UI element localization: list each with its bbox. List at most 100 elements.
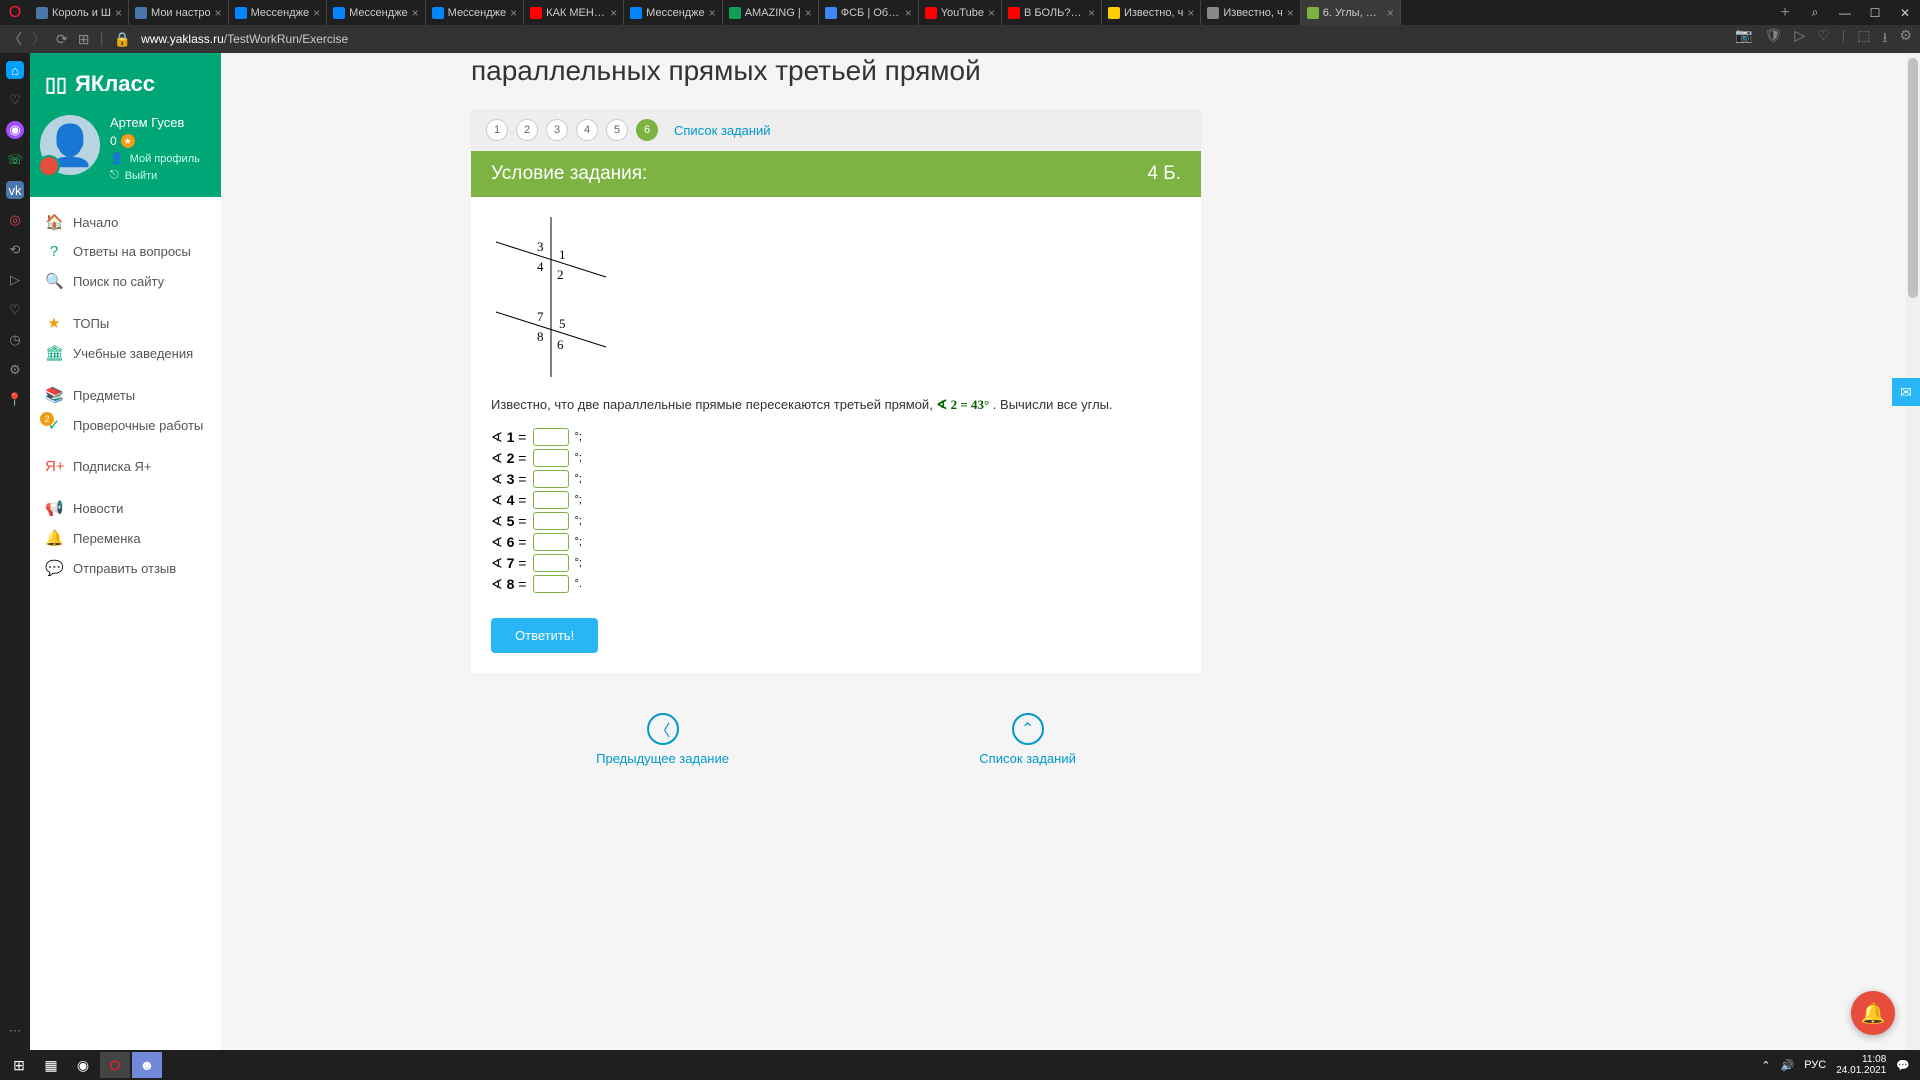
mail-side-button[interactable]: ✉ bbox=[1892, 378, 1920, 406]
tab-close-icon[interactable]: × bbox=[412, 6, 419, 20]
browser-tab[interactable]: Мои настро× bbox=[129, 0, 229, 25]
cube-icon[interactable]: ⬚ bbox=[1857, 27, 1870, 51]
task-view-icon[interactable]: ▦ bbox=[36, 1052, 66, 1078]
step-2[interactable]: 2 bbox=[516, 119, 538, 141]
tab-close-icon[interactable]: × bbox=[905, 6, 912, 20]
download-icon[interactable]: ⭳ bbox=[1883, 27, 1888, 51]
avatar[interactable]: 👤 bbox=[40, 115, 100, 175]
task-list-button[interactable]: ⌃ Список заданий bbox=[979, 713, 1076, 766]
sidebar-item[interactable]: 🔔Переменка bbox=[30, 523, 221, 553]
prev-task-button[interactable]: 〈 Предыдущее задание bbox=[596, 713, 729, 766]
tab-close-icon[interactable]: × bbox=[1088, 6, 1095, 20]
close-button[interactable]: ✕ bbox=[1890, 0, 1920, 25]
minimize-button[interactable]: ― bbox=[1830, 0, 1860, 25]
angle-input-3[interactable] bbox=[533, 470, 569, 488]
step-6[interactable]: 6 bbox=[636, 119, 658, 141]
sidebar-item[interactable]: 🔍Поиск по сайту bbox=[30, 266, 221, 296]
browser-tab[interactable]: КАК МЕНЯ !× bbox=[524, 0, 624, 25]
lock-icon[interactable]: 🔒 bbox=[114, 31, 131, 48]
maximize-button[interactable]: ☐ bbox=[1860, 0, 1890, 25]
forward-button[interactable]: 〉 bbox=[32, 29, 46, 49]
scrollbar[interactable] bbox=[1906, 53, 1920, 1050]
vk-icon[interactable]: vk bbox=[6, 181, 24, 199]
instagram-icon[interactable]: ◎ bbox=[6, 211, 24, 229]
new-tab-button[interactable]: + bbox=[1770, 4, 1800, 22]
step-5[interactable]: 5 bbox=[606, 119, 628, 141]
settings-icon[interactable]: ⚙ bbox=[6, 361, 24, 379]
clock[interactable]: 11:08 24.01.2021 bbox=[1836, 1054, 1886, 1076]
angle-input-5[interactable] bbox=[533, 512, 569, 530]
shield-icon[interactable]: 🛡 bbox=[1765, 27, 1783, 51]
tray-chevron-icon[interactable]: ⌃ bbox=[1761, 1059, 1770, 1072]
browser-tab[interactable]: Известно, ч× bbox=[1102, 0, 1201, 25]
pin-icon[interactable]: 📍 bbox=[6, 391, 24, 409]
clock-icon[interactable]: ◷ bbox=[6, 331, 24, 349]
player-icon[interactable]: ▷ bbox=[6, 271, 24, 289]
tab-close-icon[interactable]: × bbox=[115, 6, 122, 20]
language-indicator[interactable]: РУС bbox=[1804, 1059, 1826, 1071]
tab-close-icon[interactable]: × bbox=[988, 6, 995, 20]
browser-tab[interactable]: Мессендже× bbox=[327, 0, 426, 25]
url-field[interactable]: www.yaklass.ru/TestWorkRun/Exercise bbox=[141, 32, 1725, 46]
browser-tab[interactable]: Мессендже× bbox=[426, 0, 525, 25]
step-3[interactable]: 3 bbox=[546, 119, 568, 141]
sidebar-item[interactable]: 📚Предметы bbox=[30, 380, 221, 410]
tab-close-icon[interactable]: × bbox=[1187, 6, 1194, 20]
angle-input-2[interactable] bbox=[533, 449, 569, 467]
opera-taskbar-icon[interactable]: O bbox=[100, 1052, 130, 1078]
browser-tab[interactable]: Мессендже× bbox=[229, 0, 328, 25]
back-button[interactable]: 〈 bbox=[8, 29, 22, 49]
scrollbar-thumb[interactable] bbox=[1908, 58, 1918, 298]
tab-close-icon[interactable]: × bbox=[1387, 6, 1394, 20]
sidebar-item[interactable]: 🏠Начало bbox=[30, 207, 221, 237]
logout-link[interactable]: ⎋Выйти bbox=[110, 169, 200, 182]
browser-tab[interactable]: В БОЛЬ? СГ× bbox=[1002, 0, 1102, 25]
volume-icon[interactable]: 🔊 bbox=[1781, 1059, 1795, 1072]
sidebar-item[interactable]: ★ТОПы bbox=[30, 308, 221, 338]
whatsapp-icon[interactable]: ☏ bbox=[6, 151, 24, 169]
home-icon[interactable]: ⌂ bbox=[6, 61, 24, 79]
action-center-icon[interactable]: 💬 bbox=[1896, 1059, 1910, 1072]
tab-close-icon[interactable]: × bbox=[709, 6, 716, 20]
tab-close-icon[interactable]: × bbox=[1287, 6, 1294, 20]
tab-close-icon[interactable]: × bbox=[805, 6, 812, 20]
sidebar-item[interactable]: 🏛Учебные заведения bbox=[30, 338, 221, 368]
sidebar-item[interactable]: 📢Новости bbox=[30, 493, 221, 523]
logo-header[interactable]: ▯▯ЯКласс bbox=[30, 53, 221, 115]
tab-close-icon[interactable]: × bbox=[313, 6, 320, 20]
speed-dial-icon[interactable]: ⊞ bbox=[78, 31, 90, 48]
more-icon[interactable]: ⋯ bbox=[6, 1022, 24, 1040]
camera-icon[interactable]: 📷 bbox=[1735, 27, 1752, 51]
sidebar-item[interactable]: 💬Отправить отзыв bbox=[30, 553, 221, 583]
browser-tab[interactable]: Известно, ч× bbox=[1201, 0, 1300, 25]
messenger-icon[interactable]: ◉ bbox=[6, 121, 24, 139]
start-button[interactable]: ⊞ bbox=[4, 1052, 34, 1078]
heart-icon[interactable]: ♡ bbox=[1817, 27, 1830, 51]
angle-input-7[interactable] bbox=[533, 554, 569, 572]
easy-setup-icon[interactable]: ⚙ bbox=[1899, 27, 1912, 51]
sidebar-item[interactable]: 2✓Проверочные работы bbox=[30, 410, 221, 440]
browser-tab[interactable]: ФСБ | Общи× bbox=[819, 0, 919, 25]
browser-tab[interactable]: 6. Углы, обр× bbox=[1301, 0, 1401, 25]
browser-tab[interactable]: Мессендже× bbox=[624, 0, 723, 25]
step-1[interactable]: 1 bbox=[486, 119, 508, 141]
step-list-link[interactable]: Список заданий bbox=[674, 123, 771, 138]
angle-input-8[interactable] bbox=[533, 575, 569, 593]
chrome-icon[interactable]: ◉ bbox=[68, 1052, 98, 1078]
heart-sidebar-icon[interactable]: ♡ bbox=[6, 301, 24, 319]
bookmark-icon[interactable]: ♡ bbox=[6, 91, 24, 109]
sidebar-item[interactable]: ?Ответы на вопросы bbox=[30, 237, 221, 266]
profile-link[interactable]: 👤Мой профиль bbox=[110, 152, 200, 165]
answer-button[interactable]: Ответить! bbox=[491, 618, 598, 653]
angle-input-6[interactable] bbox=[533, 533, 569, 551]
reload-button[interactable]: ⟳ bbox=[56, 31, 68, 48]
tab-close-icon[interactable]: × bbox=[510, 6, 517, 20]
step-4[interactable]: 4 bbox=[576, 119, 598, 141]
notification-bell[interactable]: 🔔 bbox=[1851, 991, 1895, 1035]
browser-tab[interactable]: YouTube× bbox=[919, 0, 1002, 25]
angle-input-1[interactable] bbox=[533, 428, 569, 446]
sidebar-item[interactable]: Я+Подписка Я+ bbox=[30, 452, 221, 481]
opera-menu-icon[interactable]: O bbox=[0, 0, 30, 25]
browser-tab[interactable]: AMAZING |× bbox=[723, 0, 819, 25]
discord-icon[interactable]: ☻ bbox=[132, 1052, 162, 1078]
